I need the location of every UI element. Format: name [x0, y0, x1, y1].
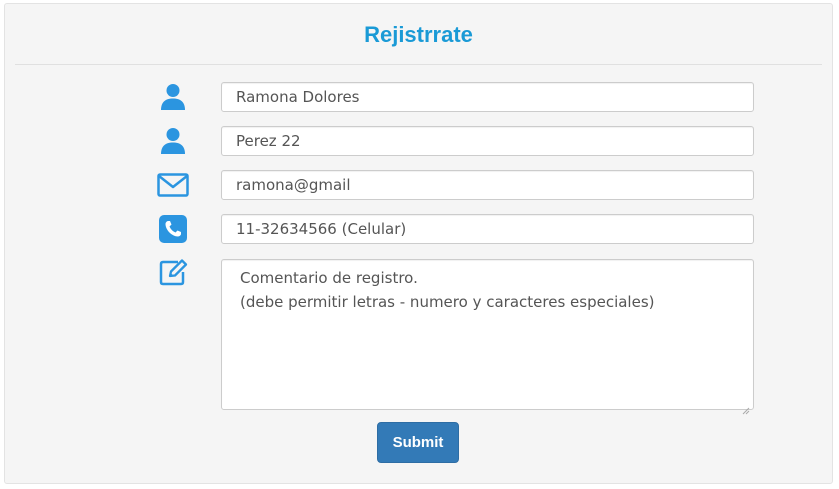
comment-textarea[interactable]: Comentario de registro. (debe permitir l…: [221, 259, 754, 415]
email-input[interactable]: ramona@gmail: [221, 170, 754, 200]
user-icon: [155, 82, 191, 112]
envelope-icon: [155, 170, 191, 200]
comment-line-2: (debe permitir letras - numero y caracte…: [240, 293, 655, 311]
lastname-input[interactable]: Perez 22: [221, 126, 754, 156]
name-input[interactable]: Ramona Dolores: [221, 82, 754, 112]
phone-icon: [155, 214, 191, 244]
comment-line-1: Comentario de registro.: [240, 269, 418, 287]
title-divider: [15, 64, 822, 65]
edit-icon: [155, 257, 191, 287]
form-title: Rejistrrate: [364, 22, 473, 47]
submit-button[interactable]: Submit: [377, 422, 459, 463]
resize-grip-icon[interactable]: [742, 398, 750, 415]
user-icon: [155, 126, 191, 156]
phone-input[interactable]: 11-32634566 (Celular): [221, 214, 754, 244]
